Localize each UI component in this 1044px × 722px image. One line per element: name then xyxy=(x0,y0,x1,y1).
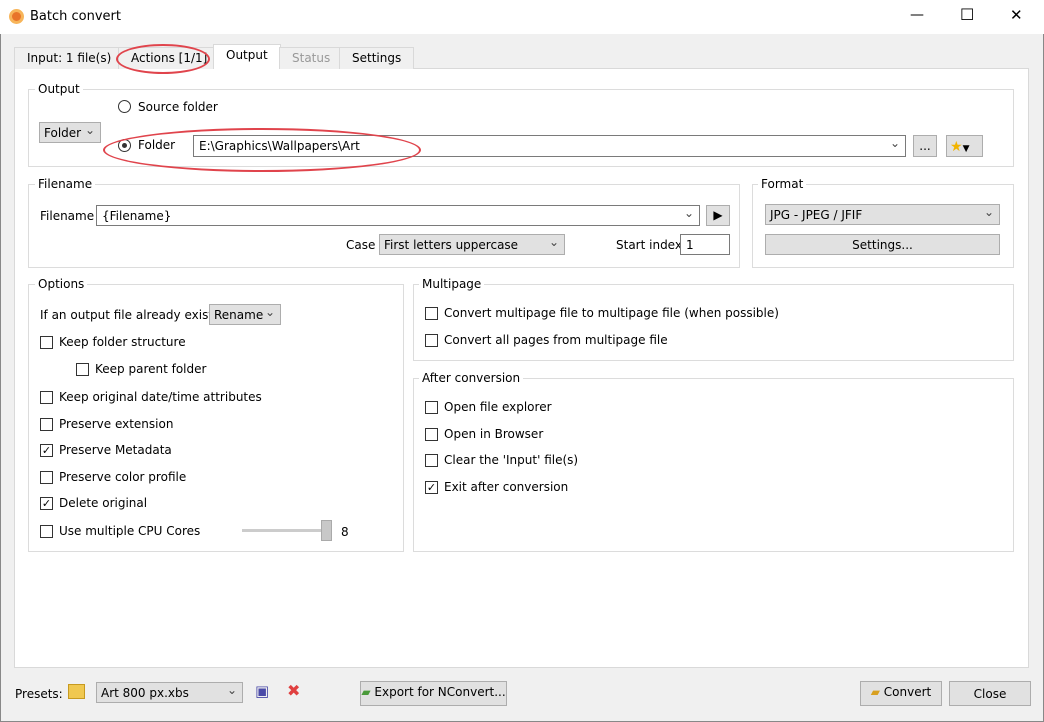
format-group-label: Format xyxy=(758,177,807,191)
checkbox-label: Preserve extension xyxy=(59,417,174,431)
presets-label: Presets: xyxy=(15,687,63,701)
export-nconvert-button[interactable]: ▰ Export for NConvert... xyxy=(360,681,507,706)
export-icon: ▰ xyxy=(361,685,371,699)
exists-select[interactable]: Rename xyxy=(209,304,281,325)
multipage-group-label: Multipage xyxy=(419,277,485,291)
checkbox-label: Open in Browser xyxy=(444,427,544,441)
highlight-annotation xyxy=(116,44,210,74)
format-group xyxy=(752,184,1014,268)
maximize-button[interactable]: ☐ xyxy=(960,5,974,24)
filename-label: Filename xyxy=(40,209,95,223)
output-mode-select[interactable]: Folder xyxy=(39,122,101,143)
filename-pattern-input[interactable]: {Filename} xyxy=(96,205,700,226)
checkbox-label: Exit after conversion xyxy=(444,480,569,494)
tab-settings[interactable]: Settings xyxy=(339,47,415,69)
checkbox[interactable] xyxy=(40,391,53,404)
close-button[interactable]: Close xyxy=(949,681,1031,706)
checkbox[interactable] xyxy=(76,363,89,376)
checkbox-label: Clear the 'Input' file(s) xyxy=(444,453,579,467)
checkbox[interactable]: ✓ xyxy=(40,497,53,510)
highlight-annotation xyxy=(103,128,421,172)
source-folder-radio[interactable] xyxy=(118,100,131,113)
after-conversion-group-label: After conversion xyxy=(419,371,524,385)
checkbox[interactable]: ✓ xyxy=(40,444,53,457)
cpu-slider-track[interactable] xyxy=(242,529,332,532)
exists-label: If an output file already exists xyxy=(40,308,220,322)
cpu-cores-value: 8 xyxy=(341,525,349,539)
export-label: Export for NConvert... xyxy=(374,685,506,699)
tab-output[interactable]: Output xyxy=(213,44,281,69)
start-index-spinner[interactable]: 1 xyxy=(680,234,730,255)
checkbox[interactable] xyxy=(40,418,53,431)
checkbox[interactable] xyxy=(425,454,438,467)
window-title: Batch convert xyxy=(30,9,121,24)
tab-input[interactable]: Input: 1 file(s) xyxy=(14,47,125,69)
checkbox[interactable]: ✓ xyxy=(425,481,438,494)
checkbox-label: Convert all pages from multipage file xyxy=(444,333,668,347)
checkbox-label: Use multiple CPU Cores xyxy=(59,524,201,538)
close-window-button[interactable]: ✕ xyxy=(1010,6,1023,24)
checkbox-label: Delete original xyxy=(59,496,148,510)
multipage-group xyxy=(413,284,1014,361)
format-select[interactable]: JPG - JPEG / JFIF xyxy=(765,204,1000,225)
star-icon: ★ xyxy=(950,139,963,155)
start-index-label: Start index xyxy=(616,238,682,252)
browse-button[interactable]: ... xyxy=(913,135,937,157)
minimize-button[interactable]: — xyxy=(910,7,924,23)
tab-status[interactable]: Status xyxy=(279,47,344,69)
checkbox-label: Open file explorer xyxy=(444,400,552,414)
title-bar: Batch convert — ☐ ✕ xyxy=(0,0,1044,34)
format-settings-button[interactable]: Settings... xyxy=(765,234,1000,255)
checkbox[interactable] xyxy=(40,525,53,538)
delete-preset-icon[interactable]: ✖ xyxy=(287,681,300,700)
checkbox-label: Preserve Metadata xyxy=(59,443,172,457)
output-group-label: Output xyxy=(35,82,83,96)
save-preset-icon[interactable]: ▣ xyxy=(255,682,269,700)
source-folder-label: Source folder xyxy=(138,100,218,114)
checkbox-label: Preserve color profile xyxy=(59,470,187,484)
cpu-slider-thumb[interactable] xyxy=(321,520,332,541)
checkbox[interactable] xyxy=(425,401,438,414)
convert-label: Convert xyxy=(883,685,932,699)
convert-icon: ▰ xyxy=(870,685,880,699)
insert-tag-button[interactable]: ▶ xyxy=(706,205,730,226)
convert-button[interactable]: ▰ Convert xyxy=(860,681,942,706)
filename-group xyxy=(28,184,740,268)
checkbox[interactable] xyxy=(40,336,53,349)
favorites-button[interactable]: ★▼ xyxy=(946,135,983,157)
checkbox[interactable] xyxy=(425,428,438,441)
filename-group-label: Filename xyxy=(35,177,96,191)
checkbox[interactable] xyxy=(40,471,53,484)
checkbox[interactable] xyxy=(425,307,438,320)
case-label: Case xyxy=(346,238,376,252)
checkbox-label: Keep parent folder xyxy=(95,362,207,376)
load-preset-folder-icon[interactable] xyxy=(68,684,85,699)
checkbox-label: Keep folder structure xyxy=(59,335,186,349)
checkbox[interactable] xyxy=(425,334,438,347)
play-arrow-icon: ▶ xyxy=(713,208,723,222)
app-logo-icon xyxy=(9,9,24,24)
preset-select[interactable]: Art 800 px.xbs xyxy=(96,682,243,703)
options-group-label: Options xyxy=(35,277,88,291)
checkbox-label: Keep original date/time attributes xyxy=(59,390,262,404)
case-select[interactable]: First letters uppercase xyxy=(379,234,565,255)
checkbox-label: Convert multipage file to multipage file… xyxy=(444,306,779,320)
